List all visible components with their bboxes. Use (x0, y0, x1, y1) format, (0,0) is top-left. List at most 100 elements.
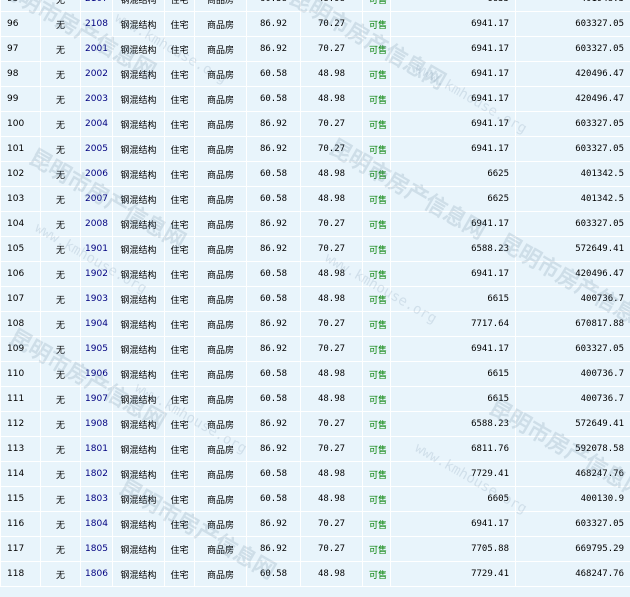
unit-price-cell: 6625 (390, 186, 516, 212)
note-cell: 无 (40, 411, 81, 437)
inner-area-cell: 48.98 (300, 0, 363, 12)
room-number-link[interactable]: 1906 (85, 369, 108, 379)
house-listing-table: 95无2107钢混结构住宅商品房60.5848.98可售6635401948.3… (0, 0, 630, 587)
inner-area-cell: 70.27 (300, 36, 363, 62)
room-number-link[interactable]: 1801 (85, 444, 108, 454)
room-number-link[interactable]: 2003 (85, 94, 108, 104)
house-type-cell: 商品房 (194, 0, 247, 12)
total-price-cell: 420496.47 (515, 261, 630, 287)
note-cell: 无 (40, 361, 81, 387)
table-row: 117 无 1805 钢混结构 住宅 商品房 86.92 70.27 可售 7705.88 6697… (0, 536, 630, 562)
table-row: 115 无 1803 钢混结构 住宅 商品房 60.58 48.98 可售 6605 400130.… (0, 486, 630, 512)
table-row: 116 无 1804 钢混结构 住宅 商品房 86.92 70.27 可售 6941.17 6033… (0, 511, 630, 537)
note-cell: 无 (40, 461, 81, 487)
house-type-cell: 商品房 (194, 86, 247, 112)
inner-area-cell: 70.27 (300, 336, 363, 362)
unit-price-cell: 6941.17 (390, 211, 516, 237)
building-area-cell: 86.92 (246, 436, 301, 462)
usage-cell: 住宅 (164, 261, 195, 287)
house-type-cell: 商品房 (194, 61, 247, 87)
house-type-cell: 商品房 (194, 211, 247, 237)
note-cell: 无 (40, 236, 81, 262)
table-body: 95无2107钢混结构住宅商品房60.5848.98可售6635401948.3… (0, 0, 630, 587)
note-cell: 无 (40, 111, 81, 137)
room-number-link[interactable]: 2108 (85, 19, 108, 29)
building-area-cell: 60.58 (246, 86, 301, 112)
row-index: 109 (0, 336, 41, 362)
structure-cell: 钢混结构 (112, 86, 165, 112)
row-index: 103 (0, 186, 41, 212)
room-number-link[interactable]: 1905 (85, 344, 108, 354)
building-area-cell: 86.92 (246, 136, 301, 162)
sale-status-cell: 可售 (362, 86, 391, 112)
sale-status-cell: 可售 (362, 0, 391, 12)
usage-cell: 住宅 (164, 436, 195, 462)
house-type-cell: 商品房 (194, 411, 247, 437)
table-row: 112 无 1908 钢混结构 住宅 商品房 86.92 70.27 可售 6588.23 5726… (0, 411, 630, 437)
table-row: 108 无 1904 钢混结构 住宅 商品房 86.92 70.27 可售 7717.64 6708… (0, 311, 630, 337)
usage-cell: 住宅 (164, 161, 195, 187)
sale-status-cell: 可售 (362, 286, 391, 312)
room-number-cell: 1904 (80, 311, 113, 337)
room-number-link[interactable]: 1802 (85, 469, 108, 479)
room-number-link[interactable]: 2006 (85, 169, 108, 179)
sale-status-cell: 可售 (362, 436, 391, 462)
room-number-link[interactable]: 2008 (85, 219, 108, 229)
structure-cell: 钢混结构 (112, 561, 165, 587)
unit-price-cell: 6941.17 (390, 261, 516, 287)
row-index: 116 (0, 511, 41, 537)
structure-cell: 钢混结构 (112, 386, 165, 412)
room-number-link[interactable]: 1805 (85, 544, 108, 554)
structure-cell: 钢混结构 (112, 486, 165, 512)
room-number-link[interactable]: 1904 (85, 319, 108, 329)
row-index: 105 (0, 236, 41, 262)
structure-cell: 钢混结构 (112, 136, 165, 162)
sale-status-cell: 可售 (362, 336, 391, 362)
unit-price-cell: 6941.17 (390, 136, 516, 162)
room-number-link[interactable]: 2004 (85, 119, 108, 129)
room-number-cell: 1908 (80, 411, 113, 437)
structure-cell: 钢混结构 (112, 511, 165, 537)
inner-area-cell: 70.27 (300, 11, 363, 37)
inner-area-cell: 70.27 (300, 511, 363, 537)
room-number-link[interactable]: 2007 (85, 194, 108, 204)
sale-status-cell: 可售 (362, 236, 391, 262)
room-number-link[interactable]: 1903 (85, 294, 108, 304)
room-number-link[interactable]: 2005 (85, 144, 108, 154)
unit-price-cell: 6941.17 (390, 511, 516, 537)
row-index: 101 (0, 136, 41, 162)
total-price-cell: 669795.29 (515, 536, 630, 562)
row-index: 104 (0, 211, 41, 237)
total-price-cell: 401342.5 (515, 186, 630, 212)
inner-area-cell: 70.27 (300, 211, 363, 237)
building-area-cell: 86.92 (246, 311, 301, 337)
room-number-cell: 2003 (80, 86, 113, 112)
usage-cell: 住宅 (164, 386, 195, 412)
room-number-link[interactable]: 1908 (85, 419, 108, 429)
building-area-cell: 60.58 (246, 0, 301, 12)
room-number-link[interactable]: 1902 (85, 269, 108, 279)
structure-cell: 钢混结构 (112, 11, 165, 37)
room-number-link[interactable]: 2107 (85, 0, 108, 4)
unit-price-cell: 6811.76 (390, 436, 516, 462)
room-number-link[interactable]: 1907 (85, 394, 108, 404)
room-number-link[interactable]: 1901 (85, 244, 108, 254)
house-type-cell: 商品房 (194, 486, 247, 512)
inner-area-cell: 70.27 (300, 111, 363, 137)
room-number-link[interactable]: 1803 (85, 494, 108, 504)
note-cell: 无 (40, 161, 81, 187)
room-number-link[interactable]: 1804 (85, 519, 108, 529)
inner-area-cell: 48.98 (300, 486, 363, 512)
structure-cell: 钢混结构 (112, 186, 165, 212)
row-index: 97 (0, 36, 41, 62)
usage-cell: 住宅 (164, 111, 195, 137)
room-number-link[interactable]: 2001 (85, 44, 108, 54)
unit-price-cell: 6635 (390, 0, 516, 12)
room-number-cell: 2008 (80, 211, 113, 237)
table-row: 110 无 1906 钢混结构 住宅 商品房 60.58 48.98 可售 6615 400736.… (0, 361, 630, 387)
room-number-link[interactable]: 2002 (85, 69, 108, 79)
room-number-link[interactable]: 1806 (85, 569, 108, 579)
usage-cell: 住宅 (164, 136, 195, 162)
table-row: 104 无 2008 钢混结构 住宅 商品房 86.92 70.27 可售 6941.17 6033… (0, 211, 630, 237)
building-area-cell: 60.58 (246, 561, 301, 587)
